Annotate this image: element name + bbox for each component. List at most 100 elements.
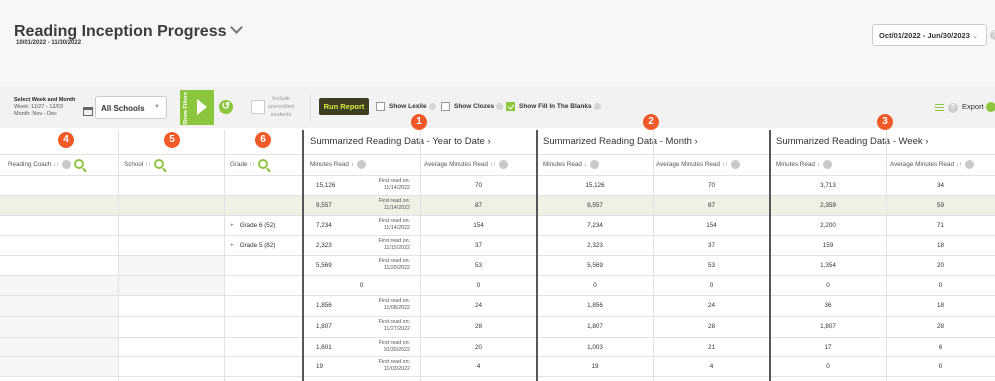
sort-icon[interactable]: ↓↑	[956, 162, 962, 168]
col-header-week-minutes[interactable]: Minutes Read ↓	[776, 155, 832, 175]
table-row[interactable]	[0, 255, 995, 275]
table-cell: 4	[476, 363, 481, 370]
include-unenrolled-checkbox[interactable]	[251, 100, 265, 114]
first-read-date: First read on: 10/30/2022	[340, 340, 410, 353]
table-row[interactable]	[0, 295, 995, 315]
table-cell: 19	[316, 363, 324, 370]
page-header	[0, 0, 995, 86]
show-fill-blanks-checkbox[interactable]	[506, 102, 515, 111]
reset-icon[interactable]: ↺	[219, 100, 233, 114]
grade-group-toggle[interactable]: + Grade 5 (82)	[230, 242, 275, 249]
sort-icon[interactable]: ↓↑	[145, 162, 151, 168]
sort-icon[interactable]: ↓↑	[249, 162, 255, 168]
table-cell: 1,807	[316, 323, 332, 330]
table-cell: 15,126	[585, 182, 605, 189]
table-row[interactable]	[0, 215, 995, 235]
help-icon[interactable]	[428, 103, 436, 110]
sort-desc-icon[interactable]: ↓	[584, 162, 587, 168]
first-read-date: First read on: 11/14/2022	[340, 178, 410, 191]
month-value: Month: Nov - Dec	[14, 111, 57, 117]
table-cell: 36	[824, 302, 832, 309]
table-cell: 28	[707, 323, 716, 330]
table-cell: 0	[826, 363, 830, 370]
help-icon[interactable]	[356, 159, 366, 169]
download-icon[interactable]	[986, 102, 995, 112]
week-range[interactable]: Week: 11/27 - 12/03 Month: Nov - Dec	[14, 104, 63, 118]
table-cell: 0	[476, 282, 481, 289]
group-header-week[interactable]: Summarized Reading Data - Week ›	[776, 136, 928, 147]
page-title[interactable]: Reading Inception Progress	[14, 21, 244, 41]
group-header-month[interactable]: Summarized Reading Data - Month ›	[543, 136, 698, 147]
search-icon[interactable]	[74, 159, 85, 170]
col-header-grade[interactable]: Grade ↓↑	[230, 155, 269, 175]
table-row[interactable]	[0, 195, 995, 215]
table-row[interactable]	[0, 337, 995, 357]
table-cell: 0	[359, 282, 364, 289]
help-icon[interactable]	[498, 159, 508, 169]
table-row[interactable]	[0, 275, 995, 295]
show-clozes-checkbox[interactable]	[441, 102, 450, 111]
show-clozes-option[interactable]: Show Clozes	[441, 102, 504, 111]
show-lexile-option[interactable]: Show Lexile	[376, 102, 436, 111]
run-report-button[interactable]: Run Report	[319, 98, 369, 115]
help-icon[interactable]	[62, 159, 72, 169]
col-header-reading-coach[interactable]: Reading Coach ↓↑	[8, 155, 85, 175]
sort-icon[interactable]: ↓↑	[490, 162, 496, 168]
page-title-text: Reading Inception Progress	[14, 23, 227, 40]
grade-group-toggle[interactable]: + Grade 6 (52)	[230, 222, 275, 229]
help-icon[interactable]	[822, 159, 832, 169]
date-range-select[interactable]: Oct/01/2022 - Jun/30/2023 ⌄	[872, 24, 987, 46]
help-icon[interactable]	[496, 103, 504, 110]
table-cell: 24	[707, 302, 716, 309]
school-select[interactable]: All Schools ▼	[95, 96, 167, 119]
search-icon[interactable]	[258, 159, 269, 170]
chevron-down-icon[interactable]	[230, 21, 244, 34]
help-icon[interactable]: ?	[948, 103, 958, 113]
col-header-ytd-minutes[interactable]: Minutes Read ↓	[310, 155, 366, 175]
search-icon[interactable]	[154, 159, 165, 170]
grade-label: Grade 5 (82)	[239, 242, 276, 249]
group-header-ytd-label: Summarized Reading Data - Year to Date	[310, 136, 485, 147]
help-icon[interactable]: ?	[990, 30, 995, 40]
sort-icon[interactable]: ↓↑	[53, 162, 59, 168]
help-icon[interactable]	[589, 159, 599, 169]
calendar-icon[interactable]	[83, 107, 93, 116]
col-header-week-avg[interactable]: Average Minutes Read ↓↑	[890, 155, 974, 175]
list-icon[interactable]	[935, 104, 944, 111]
table-cell: 2,359	[820, 202, 836, 209]
col-header-month-avg[interactable]: Average Minutes Read ↓↑	[656, 155, 740, 175]
group-header-month-label: Summarized Reading Data - Month	[543, 136, 692, 147]
divider	[0, 376, 995, 377]
table-row[interactable]	[0, 175, 995, 195]
help-icon[interactable]	[593, 103, 601, 110]
help-icon[interactable]	[964, 159, 974, 169]
expand-icon[interactable]: +	[230, 242, 234, 249]
help-icon[interactable]	[730, 159, 740, 169]
show-clozes-label: Show Clozes	[454, 103, 495, 111]
col-header-ytd-avg[interactable]: Average Minutes Read ↓↑	[424, 155, 508, 175]
show-fill-blanks-option[interactable]: Show Fill In The Blanks	[506, 102, 601, 111]
table-cell: 19	[591, 363, 599, 370]
table-cell: 0	[593, 282, 597, 289]
table-cell: 9,557	[316, 202, 332, 209]
export-button[interactable]: Export	[962, 102, 984, 111]
group-header-week-label: Summarized Reading Data - Week	[776, 136, 923, 147]
table-row[interactable]	[0, 235, 995, 255]
first-read-date: First read on: 11/27/2022	[340, 319, 410, 332]
sort-desc-icon[interactable]: ↓	[351, 162, 354, 168]
first-read-value: 11/15/2022	[383, 244, 410, 251]
table-cell: 1,807	[587, 323, 603, 330]
expand-icon[interactable]: +	[230, 222, 234, 229]
col-header-school[interactable]: School ↓↑	[124, 155, 165, 175]
table-row[interactable]	[0, 356, 995, 376]
table-row[interactable]	[0, 316, 995, 336]
group-header-ytd[interactable]: Summarized Reading Data - Year to Date ›	[310, 136, 491, 147]
col-header-month-avg-label: Average Minutes Read	[656, 161, 720, 168]
sort-icon[interactable]: ↓↑	[722, 162, 728, 168]
show-lexile-checkbox[interactable]	[376, 102, 385, 111]
col-header-month-minutes[interactable]: Minutes Read ↓	[543, 155, 599, 175]
show-filters-button[interactable]: Show Filters	[180, 90, 214, 125]
sort-desc-icon[interactable]: ↓	[817, 162, 820, 168]
divider	[0, 154, 995, 155]
table-cell: 6	[938, 344, 943, 351]
